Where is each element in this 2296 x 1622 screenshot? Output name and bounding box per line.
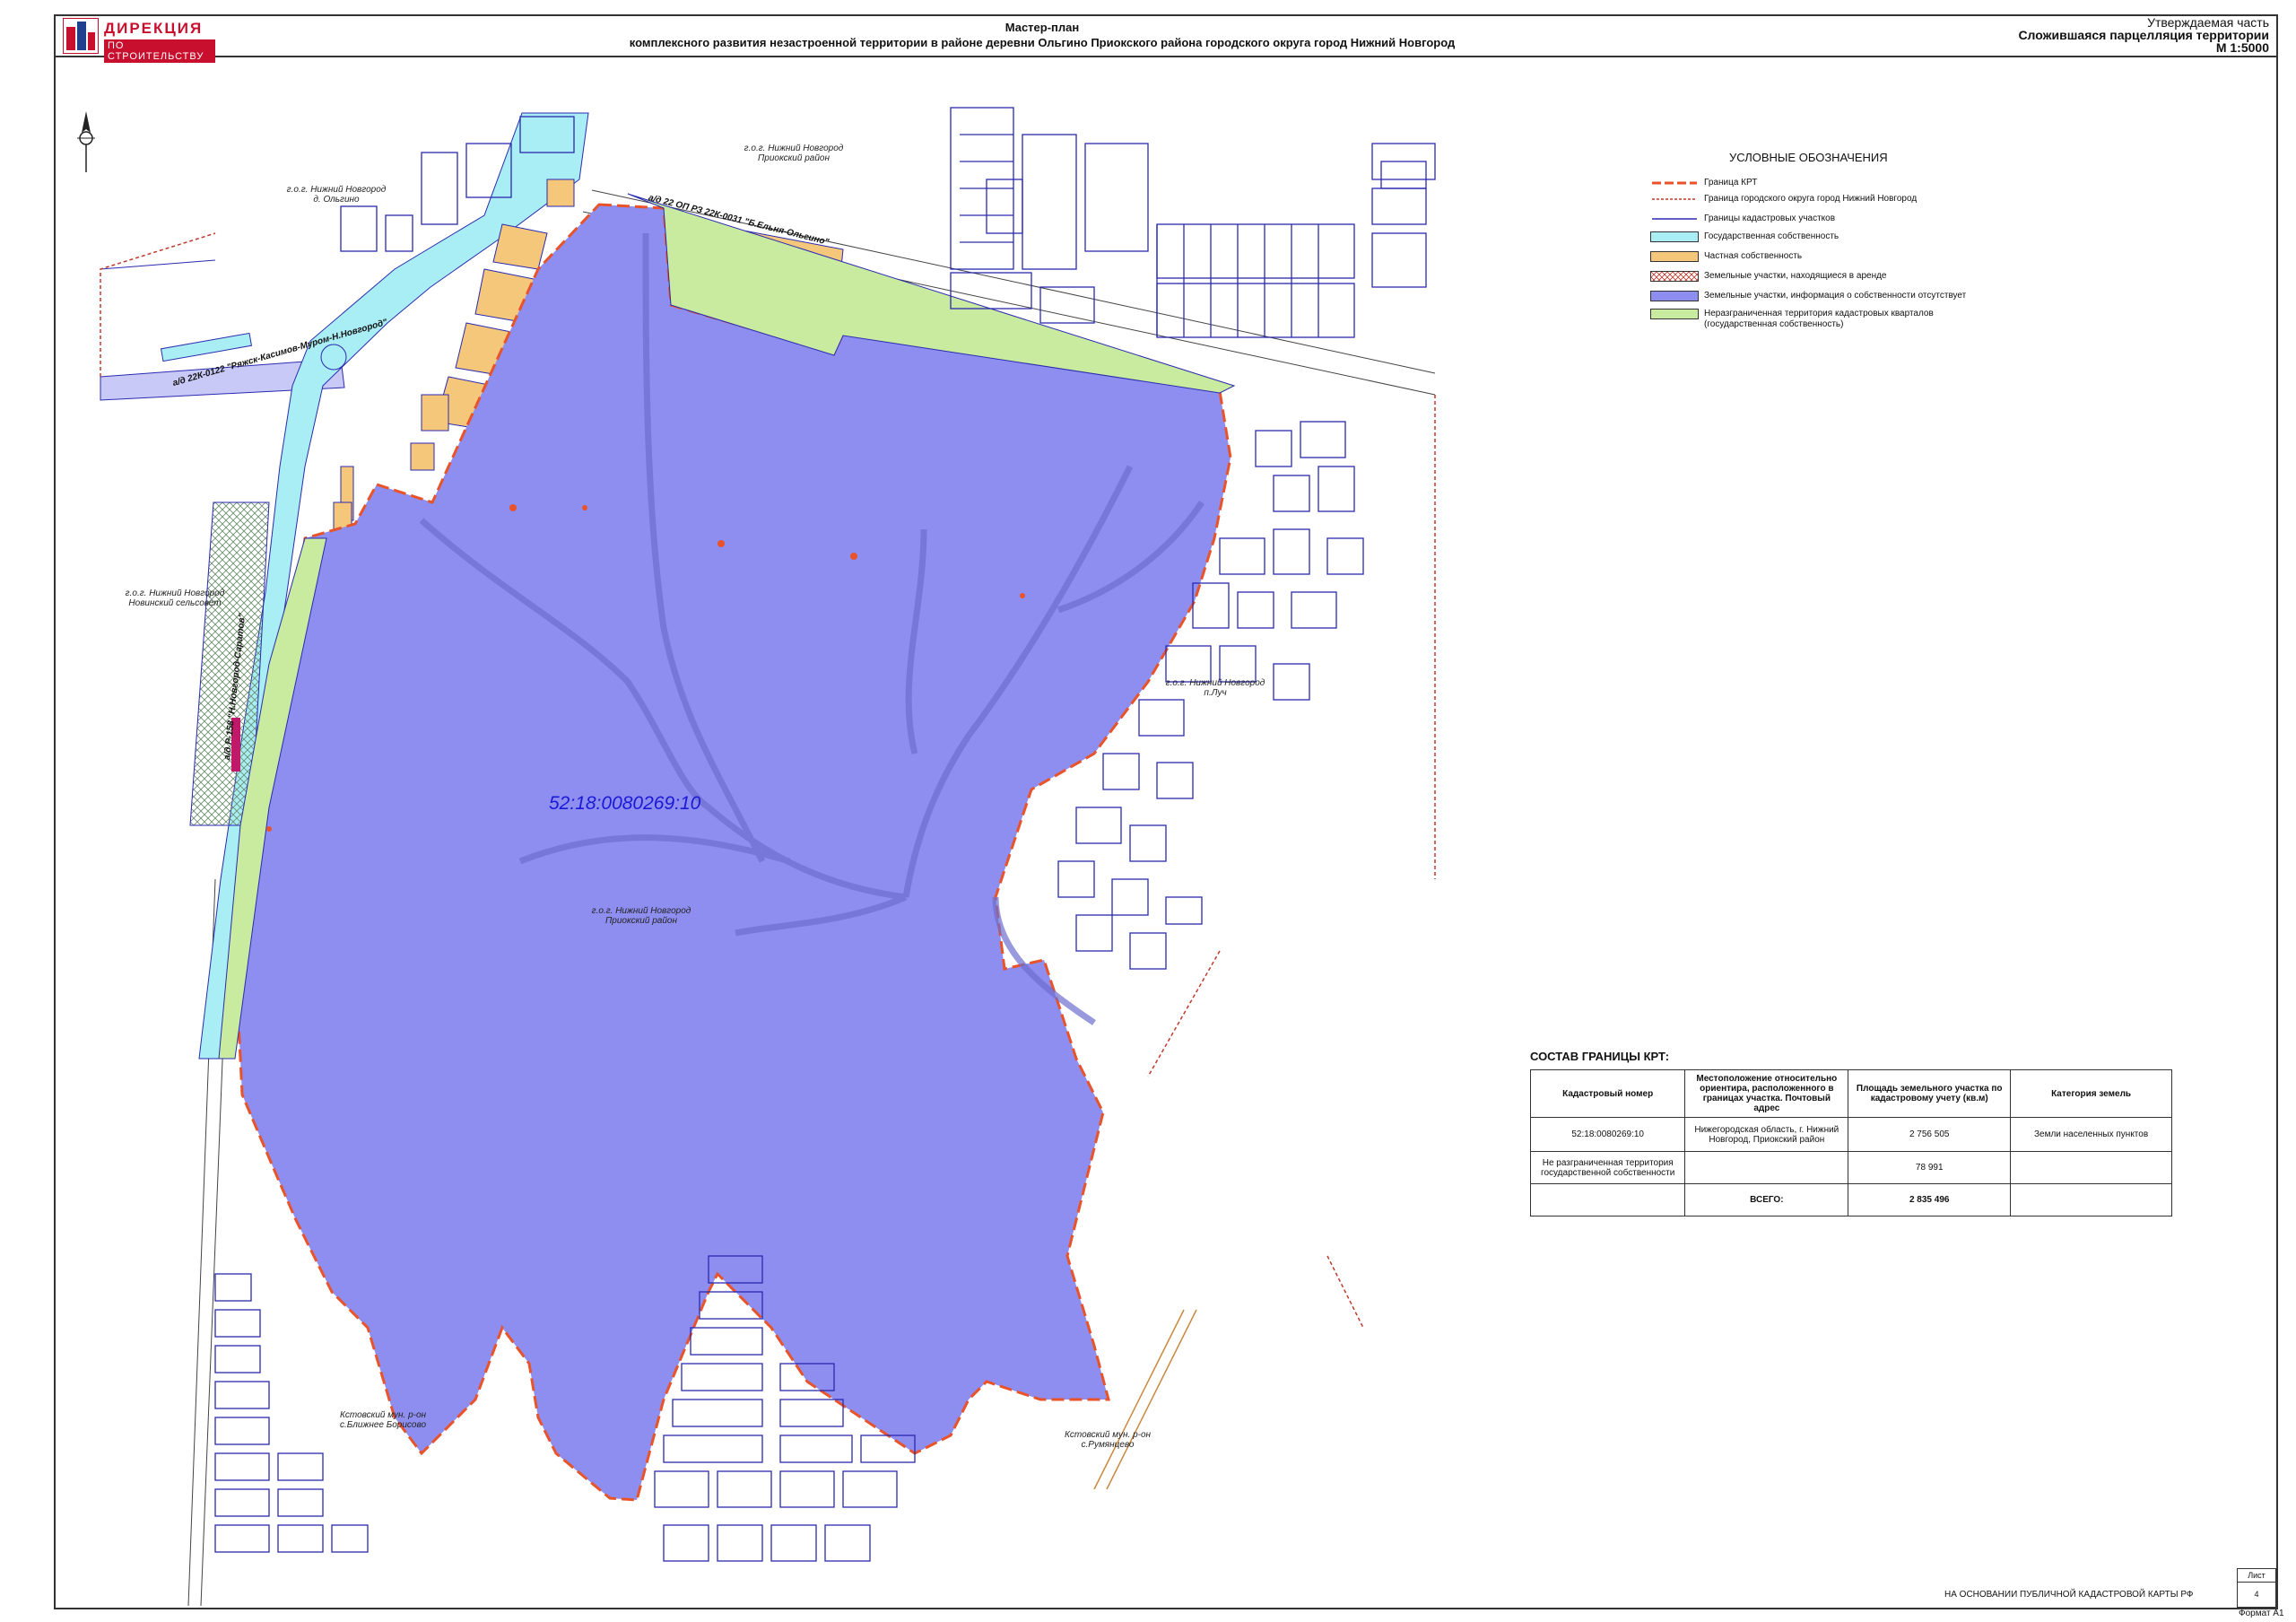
- label-rumyantsevo: Кстовский мун. р-он с.Румянцево: [1040, 1430, 1175, 1450]
- column-header: Местоположение относительно ориентира, р…: [1684, 1069, 1849, 1118]
- legend-item-unmarked: Неразграниченная территория кадастровых …: [1647, 309, 2113, 332]
- legend-label: Земельные участки, информация о собствен…: [1704, 291, 1967, 301]
- label-priok-center-line2: Приокский район: [605, 916, 677, 926]
- table-cell: Не разграниченная территория государстве…: [1529, 1151, 1686, 1184]
- legend-label: Государственная собственность: [1704, 231, 1839, 241]
- krt-composition: СОСТАВ ГРАНИЦЫ КРТ: Кадастровый номер Ме…: [1529, 1050, 2172, 1216]
- table-cell: Нижегородская область, г. Нижний Новгоро…: [1684, 1117, 1849, 1152]
- legend-item-lease: Земельные участки, находящиеся в аренде: [1647, 271, 2113, 283]
- label-olgino-line1: г.о.г. Нижний Новгород: [286, 185, 387, 195]
- total-label: ВСЕГО:: [1684, 1183, 1849, 1216]
- label-olgino-line2: д. Ольгино: [313, 195, 360, 205]
- column-header: Категория земель: [2010, 1069, 2172, 1118]
- legend-item-krt-boundary: Граница КРТ: [1647, 178, 2113, 190]
- roundabout: [320, 344, 347, 371]
- dotted-line-icon: [1652, 198, 1697, 200]
- legend-label: Границы кадастровых участков: [1704, 214, 1836, 223]
- sheet-label: Лист: [2238, 1569, 2275, 1583]
- legend-item-private-property: Частная собственность: [1647, 251, 2113, 264]
- label-novinki: г.о.г. Нижний Новгород Новинский сельсов…: [108, 589, 242, 608]
- legend-item-city-boundary: Граница городского округа город Нижний Н…: [1647, 194, 2113, 206]
- label-novinki-line1: г.о.г. Нижний Новгород: [125, 589, 225, 598]
- table-header-row: Кадастровый номер Местоположение относит…: [1529, 1069, 2172, 1118]
- composition-table: Кадастровый номер Местоположение относит…: [1529, 1069, 2172, 1216]
- table-cell: [2010, 1151, 2172, 1184]
- legend-item-cadastral-boundary: Границы кадастровых участков: [1647, 214, 2113, 226]
- table-cell: 2 756 505: [1848, 1117, 2012, 1152]
- table-cell: [1684, 1151, 1849, 1184]
- table-row: Не разграниченная территория государстве…: [1529, 1151, 2172, 1184]
- state-property-strip: [160, 332, 253, 362]
- krt-parcel-52-18-0080269-10: [235, 203, 1232, 1502]
- table-cell: Земли населенных пунктов: [2010, 1117, 2172, 1152]
- dashed-line-icon: [1652, 181, 1697, 185]
- legend-label: Граница городского округа город Нижний Н…: [1704, 194, 1918, 204]
- legend-label: Граница КРТ: [1704, 178, 1758, 187]
- legend-label: Земельные участки, находящиеся в аренде: [1704, 271, 1887, 281]
- table-cell: [1529, 1183, 1686, 1216]
- swatch-icon: [1650, 309, 1699, 319]
- total-value: 2 835 496: [1848, 1183, 2012, 1216]
- label-rumyantsevo-line2: с.Румянцево: [1081, 1440, 1135, 1450]
- table-cell: [2010, 1183, 2172, 1216]
- column-header: Площадь земельного участка по кадастрово…: [1848, 1069, 2012, 1118]
- swatch-icon: [1650, 231, 1699, 242]
- sheet-number: 4: [2254, 1590, 2259, 1599]
- label-luch: г.о.г. Нижний Новгород п.Луч: [1148, 678, 1283, 698]
- legend-item-no-info: Земельные участки, информация о собствен…: [1647, 291, 2113, 303]
- table-row: 52:18:0080269:10 Нижегородская область, …: [1529, 1117, 2172, 1152]
- label-luch-line1: г.о.г. Нижний Новгород: [1165, 678, 1265, 688]
- legend-label: Частная собственность: [1704, 251, 1803, 261]
- label-borisovo-line1: Кстовский мун. р-он: [339, 1410, 427, 1420]
- table-cell: 78 991: [1848, 1151, 2012, 1184]
- footer-basis: НА ОСНОВАНИИ ПУБЛИЧНОЙ КАДАСТРОВОЙ КАРТЫ…: [1944, 1590, 2194, 1600]
- table-cell: 52:18:0080269:10: [1529, 1117, 1686, 1152]
- label-olgino: г.о.г. Нижний Новгород д. Ольгино: [269, 185, 404, 205]
- label-priok-top-line2: Приокский район: [758, 153, 830, 163]
- solid-line-icon: [1652, 218, 1697, 220]
- hatch-swatch-icon: [1650, 271, 1699, 282]
- label-priok-top: г.о.г. Нижний Новгород Приокский район: [726, 144, 861, 163]
- swatch-icon: [1650, 251, 1699, 262]
- label-borisovo: Кстовский мун. р-он с.Ближнее Борисово: [316, 1410, 450, 1430]
- label-luch-line2: п.Луч: [1204, 688, 1227, 698]
- label-borisovo-line2: с.Ближнее Борисово: [339, 1420, 427, 1430]
- table-total-row: ВСЕГО: 2 835 496: [1529, 1183, 2172, 1216]
- cadastral-number-label: 52:18:0080269:10: [549, 793, 701, 814]
- legend-title: УСЛОВНЫЕ ОБОЗНАЧЕНИЯ: [1729, 151, 1888, 164]
- sheet-box: Лист 4: [2237, 1568, 2276, 1608]
- label-priok-top-line1: г.о.г. Нижний Новгород: [744, 144, 844, 153]
- column-header: Кадастровый номер: [1529, 1069, 1686, 1118]
- label-priok-center-line1: г.о.г. Нижний Новгород: [591, 906, 691, 916]
- swatch-icon: [1650, 291, 1699, 301]
- legend-label: Неразграниченная территория кадастровых …: [1704, 309, 1934, 329]
- format-label: Формат А1: [2239, 1609, 2284, 1618]
- composition-title: СОСТАВ ГРАНИЦЫ КРТ:: [1530, 1050, 1670, 1063]
- label-novinki-line2: Новинский сельсовет: [128, 598, 222, 608]
- label-rumyantsevo-line1: Кстовский мун. р-он: [1064, 1430, 1152, 1440]
- legend-item-state-property: Государственная собственность: [1647, 231, 2113, 244]
- label-priok-center: г.о.г. Нижний Новгород Приокский район: [574, 906, 709, 926]
